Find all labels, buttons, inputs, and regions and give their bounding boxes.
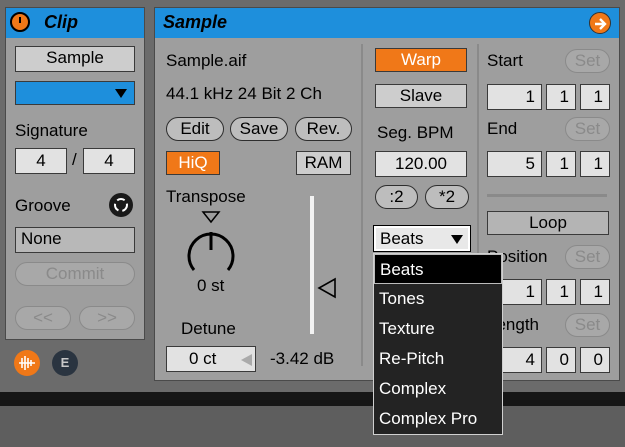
start-label: Start — [487, 51, 523, 70]
seg-bpm-field[interactable]: 120.00 — [375, 151, 467, 177]
sample-file-info: 44.1 kHz 24 Bit 2 Ch — [166, 84, 322, 103]
clip-color-dropdown[interactable] — [15, 81, 135, 105]
start-beat[interactable]: 1 — [546, 84, 576, 110]
warp-mode-option[interactable]: Re-Pitch — [374, 344, 502, 374]
end-bar[interactable]: 5 — [487, 151, 542, 177]
half-tempo-button[interactable]: :2 — [375, 185, 418, 209]
warp-toggle[interactable]: Warp — [375, 48, 467, 72]
triangle-left-icon — [239, 351, 253, 375]
sample-title-bar: Sample — [155, 8, 619, 38]
warp-mode-option[interactable]: Tones — [374, 284, 502, 314]
detune-label: Detune — [181, 319, 236, 338]
sample-clip-button[interactable]: Sample — [15, 46, 135, 72]
gain-value: -3.42 dB — [270, 349, 335, 368]
warp-mode-option[interactable]: Complex — [374, 374, 502, 404]
sample-file-name: Sample.aif — [166, 51, 247, 70]
start-set-button[interactable]: Set — [565, 49, 610, 73]
warp-mode-dropdown[interactable]: Beats — [373, 225, 471, 252]
transpose-label: Transpose — [166, 187, 246, 206]
groove-select[interactable]: None — [15, 227, 135, 253]
hiq-toggle[interactable]: HiQ — [166, 151, 220, 175]
edit-button[interactable]: Edit — [166, 117, 224, 141]
sample-title: Sample — [163, 12, 228, 32]
commit-button[interactable]: Commit — [15, 262, 135, 286]
position-sixteenth[interactable]: 1 — [580, 279, 610, 305]
transpose-knob[interactable] — [184, 226, 238, 281]
double-tempo-button[interactable]: *2 — [425, 185, 469, 209]
gain-slider-handle-icon[interactable] — [317, 277, 337, 304]
signature-denominator[interactable]: 4 — [83, 148, 135, 174]
detune-value: 0 ct — [189, 349, 217, 368]
envelope-e-icon[interactable]: E — [52, 350, 78, 376]
ram-toggle[interactable]: RAM — [296, 151, 351, 175]
power-icon[interactable] — [10, 12, 30, 32]
signature-label: Signature — [15, 121, 88, 140]
save-button[interactable]: Save — [230, 117, 288, 141]
arrow-right-icon[interactable] — [589, 12, 611, 34]
end-sixteenth[interactable]: 1 — [580, 151, 610, 177]
gain-slider-track[interactable] — [310, 196, 314, 334]
end-set-button[interactable]: Set — [565, 117, 610, 141]
warp-mode-value: Beats — [380, 229, 424, 248]
clip-title: Clip — [44, 12, 78, 32]
reverse-button[interactable]: Rev. — [295, 117, 352, 141]
warp-mode-option[interactable]: Complex Pro — [374, 404, 502, 434]
chevron-down-icon — [450, 231, 464, 252]
bottom-bar — [0, 392, 625, 406]
signature-numerator[interactable]: 4 — [15, 148, 67, 174]
warp-mode-menu: Beats Tones Texture Re-Pitch Complex Com… — [373, 253, 503, 435]
transpose-value: 0 st — [197, 276, 225, 295]
seg-bpm-label: Seg. BPM — [377, 123, 454, 142]
chevron-down-icon — [114, 85, 128, 106]
start-sixteenth[interactable]: 1 — [580, 84, 610, 110]
length-beat[interactable]: 0 — [546, 347, 576, 373]
length-set-button[interactable]: Set — [565, 313, 610, 337]
loop-toggle[interactable]: Loop — [487, 211, 609, 235]
slave-toggle[interactable]: Slave — [375, 84, 467, 108]
nudge-back-button[interactable]: << — [15, 306, 71, 330]
length-sixteenth[interactable]: 0 — [580, 347, 610, 373]
groove-hotswap-icon[interactable] — [109, 193, 133, 217]
divider — [361, 44, 363, 366]
bottom-area — [0, 406, 625, 447]
start-bar[interactable]: 1 — [487, 84, 542, 110]
audio-waveform-icon[interactable] — [14, 350, 40, 376]
divider — [487, 194, 607, 197]
position-set-button[interactable]: Set — [565, 245, 610, 269]
detune-field[interactable]: 0 ct — [166, 346, 256, 372]
warp-mode-option[interactable]: Texture — [374, 314, 502, 344]
warp-mode-option[interactable]: Beats — [374, 254, 502, 284]
signature-separator: / — [72, 150, 77, 169]
position-beat[interactable]: 1 — [546, 279, 576, 305]
end-beat[interactable]: 1 — [546, 151, 576, 177]
end-label: End — [487, 119, 518, 138]
nudge-forward-button[interactable]: >> — [79, 306, 135, 330]
groove-label: Groove — [15, 196, 71, 215]
clip-title-bar: Clip — [6, 8, 144, 38]
